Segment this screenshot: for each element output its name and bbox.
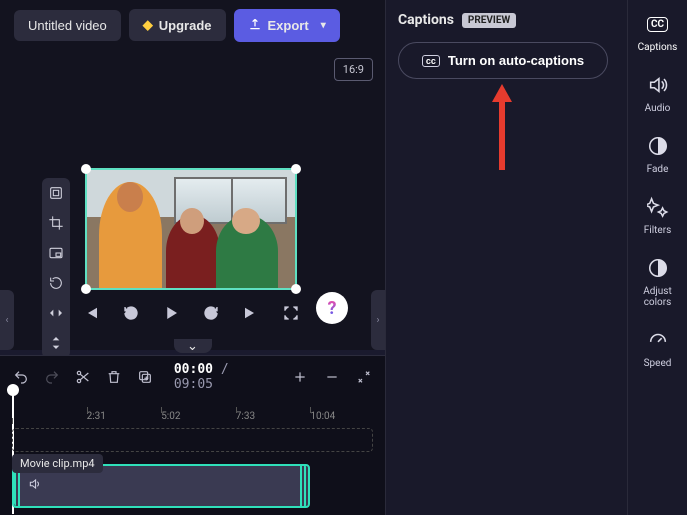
text-track-placeholder[interactable] bbox=[12, 428, 373, 452]
fit-button[interactable] bbox=[355, 368, 373, 386]
pip-icon[interactable] bbox=[47, 244, 65, 262]
preview-badge: PREVIEW bbox=[462, 13, 516, 28]
properties-sidebar: CC Captions Audio Fade Filters Adjust co… bbox=[627, 0, 687, 515]
expand-bottom-button[interactable]: ⌄ bbox=[0, 340, 385, 352]
auto-captions-button[interactable]: cc Turn on auto-captions bbox=[398, 42, 608, 79]
crop-icon[interactable] bbox=[47, 214, 65, 232]
sidebar-label: Captions bbox=[638, 42, 678, 53]
timeline-ruler[interactable]: 2:31 5:02 7:33 10:04 bbox=[0, 398, 385, 422]
sidebar-item-captions[interactable]: CC Captions bbox=[632, 10, 684, 53]
skip-forward-icon[interactable] bbox=[240, 302, 262, 324]
help-button[interactable]: ? bbox=[316, 292, 348, 324]
panel-title: Captions bbox=[398, 12, 454, 28]
question-icon: ? bbox=[328, 298, 337, 319]
captions-panel: Captions PREVIEW cc Turn on auto-caption… bbox=[385, 0, 627, 515]
sidebar-label: Filters bbox=[644, 225, 672, 236]
speaker-icon bbox=[644, 71, 672, 99]
export-button[interactable]: Export ▾ bbox=[234, 9, 340, 42]
resize-handle-bl[interactable] bbox=[81, 284, 91, 294]
diamond-icon: ◆ bbox=[143, 17, 153, 33]
resize-handle-tl[interactable] bbox=[81, 164, 91, 174]
sidebar-item-fade[interactable]: Fade bbox=[632, 132, 684, 175]
rotate-icon[interactable] bbox=[47, 274, 65, 292]
video-frame bbox=[87, 170, 295, 288]
timeline-toolbar: 00:00 / 09:05 bbox=[0, 356, 385, 398]
zoom-out-button[interactable] bbox=[323, 368, 341, 386]
clip-trim-right[interactable] bbox=[300, 466, 308, 506]
safe-zone-icon[interactable] bbox=[47, 184, 65, 202]
export-label: Export bbox=[268, 18, 309, 33]
split-button[interactable] bbox=[74, 368, 91, 386]
sidebar-item-audio[interactable]: Audio bbox=[632, 71, 684, 114]
upload-icon bbox=[248, 17, 262, 34]
resize-handle-br[interactable] bbox=[291, 284, 301, 294]
cc-icon: cc bbox=[422, 55, 440, 67]
project-title: Untitled video bbox=[28, 18, 107, 33]
sidebar-label: Adjust colors bbox=[632, 286, 684, 308]
play-button[interactable] bbox=[160, 302, 182, 324]
fullscreen-icon[interactable] bbox=[280, 302, 302, 324]
canvas-tools bbox=[42, 178, 70, 358]
chevron-down-icon: ⌄ bbox=[174, 339, 212, 353]
preview-canvas[interactable] bbox=[85, 168, 297, 290]
sidebar-label: Fade bbox=[647, 164, 669, 175]
forward-5-icon[interactable]: 5 bbox=[200, 302, 222, 324]
sidebar-item-speed[interactable]: Speed bbox=[632, 326, 684, 369]
timeline: 00:00 / 09:05 2:31 5:02 7:33 10:04 Movie… bbox=[0, 355, 385, 515]
resize-handle-tr[interactable] bbox=[291, 164, 301, 174]
sidebar-item-adjust-colors[interactable]: Adjust colors bbox=[632, 254, 684, 308]
sidebar-item-filters[interactable]: Filters bbox=[632, 193, 684, 236]
audio-icon bbox=[28, 477, 42, 495]
chevron-down-icon: ▾ bbox=[321, 20, 326, 31]
aspect-ratio-button[interactable]: 16:9 bbox=[334, 58, 373, 81]
speed-icon bbox=[644, 326, 672, 354]
sidebar-label: Speed bbox=[644, 358, 672, 369]
rewind-5-icon[interactable]: 5 bbox=[120, 302, 142, 324]
flip-horizontal-icon[interactable] bbox=[47, 304, 65, 322]
clip-name-tooltip: Movie clip.mp4 bbox=[12, 454, 103, 473]
contrast-icon bbox=[644, 254, 672, 282]
cc-icon: CC bbox=[647, 17, 668, 32]
time-display: 00:00 / 09:05 bbox=[174, 362, 271, 392]
project-title-button[interactable]: Untitled video bbox=[14, 10, 121, 41]
upgrade-button[interactable]: ◆ Upgrade bbox=[129, 9, 226, 41]
upgrade-label: Upgrade bbox=[159, 18, 212, 33]
fade-icon bbox=[644, 132, 672, 160]
player-controls: 5 5 bbox=[80, 302, 302, 324]
redo-button[interactable] bbox=[43, 368, 60, 386]
duplicate-button[interactable] bbox=[137, 368, 154, 386]
filters-icon bbox=[644, 193, 672, 221]
auto-captions-label: Turn on auto-captions bbox=[448, 53, 584, 68]
delete-button[interactable] bbox=[106, 368, 123, 386]
skip-back-icon[interactable] bbox=[80, 302, 102, 324]
sidebar-label: Audio bbox=[645, 103, 671, 114]
add-track-button[interactable] bbox=[291, 368, 309, 386]
